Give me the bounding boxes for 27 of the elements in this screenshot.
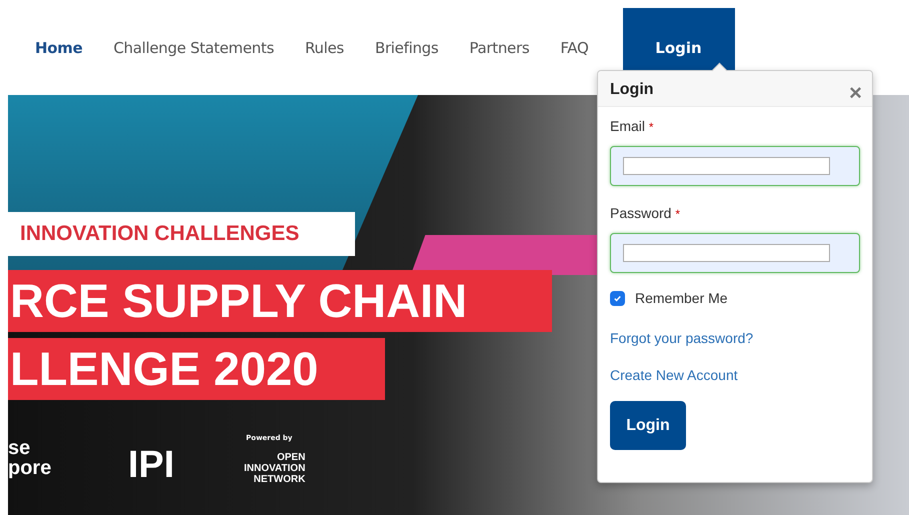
link[interactable]: Forgot your password? bbox=[610, 330, 754, 346]
input-field[interactable] bbox=[610, 146, 860, 186]
popover-title: Login bbox=[610, 80, 654, 98]
banner-title: RCE SUPPLY CHAIN bbox=[8, 270, 552, 332]
link[interactable]: Create New Account bbox=[610, 367, 738, 383]
logo-text: OPEN INNOVATION NETWORK bbox=[244, 452, 306, 485]
nav-link[interactable]: Rules bbox=[304, 8, 344, 88]
required-mark: * bbox=[648, 120, 654, 134]
check-icon bbox=[613, 294, 622, 302]
logo-text: IPI bbox=[128, 445, 174, 485]
input-field[interactable] bbox=[610, 233, 860, 273]
login-button[interactable]: Login bbox=[610, 401, 686, 450]
nav-link[interactable]: Partners bbox=[469, 8, 530, 88]
field-label: Password * bbox=[610, 205, 680, 221]
nav-link[interactable]: Challenge Statements bbox=[113, 8, 274, 88]
checkbox-label: Remember Me bbox=[635, 290, 728, 306]
required-mark: * bbox=[675, 207, 680, 221]
close-button[interactable]: × bbox=[849, 82, 862, 102]
field-label: Email * bbox=[610, 118, 654, 134]
login-tab[interactable]: Login bbox=[622, 8, 734, 70]
nav-link[interactable]: FAQ bbox=[560, 8, 588, 88]
banner-tagline: INNOVATION CHALLENGES bbox=[8, 212, 355, 256]
nav-link[interactable]: Home bbox=[35, 8, 82, 88]
banner-title: LLENGE 2020 bbox=[8, 338, 385, 400]
remember-checkbox[interactable] bbox=[610, 290, 625, 306]
logo-text: se pore bbox=[8, 438, 52, 478]
nav-link[interactable]: Briefings bbox=[374, 8, 438, 88]
